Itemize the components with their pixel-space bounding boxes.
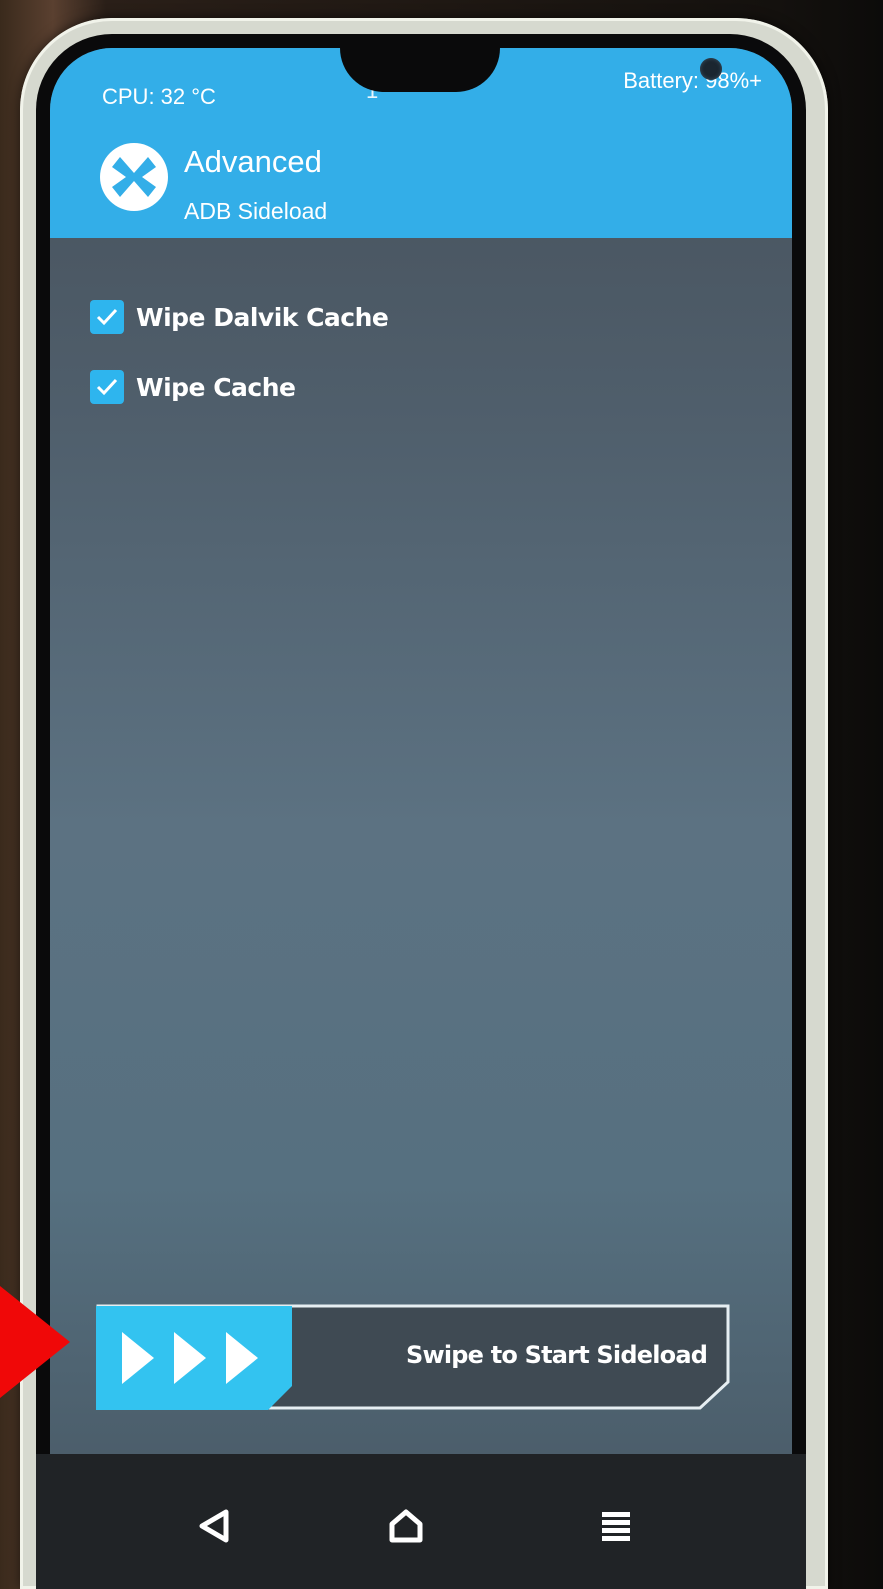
page-subtitle: ADB Sideload	[184, 198, 328, 224]
display-notch	[340, 48, 722, 92]
twrp-logo-icon	[100, 143, 168, 211]
battery-status: Battery: 98%+	[623, 68, 762, 93]
checkmark-icon	[96, 308, 118, 326]
option-label: Wipe Cache	[136, 372, 296, 402]
swipe-slider-handle[interactable]	[96, 1306, 292, 1410]
page-title: Advanced	[184, 144, 322, 179]
menu-icon[interactable]	[586, 1496, 646, 1556]
cpu-temperature: CPU: 32 °C	[102, 84, 216, 109]
checkbox-checked[interactable]	[90, 370, 124, 404]
wipe-cache-option[interactable]: Wipe Cache	[90, 370, 296, 404]
home-icon[interactable]	[376, 1496, 436, 1556]
slider-label: Swipe to Start Sideload	[406, 1341, 708, 1369]
red-pointer-arrow	[0, 1286, 70, 1398]
checkbox-checked[interactable]	[90, 300, 124, 334]
option-label: Wipe Dalvik Cache	[136, 302, 389, 332]
navigation-bar	[36, 1454, 806, 1589]
recovery-screen: CPU: 32 °C 1 Battery: 98%+ Advanced ADB …	[50, 48, 792, 1468]
wipe-dalvik-cache-option[interactable]: Wipe Dalvik Cache	[90, 300, 389, 334]
phone-bezel: CPU: 32 °C 1 Battery: 98%+ Advanced ADB …	[36, 34, 806, 1589]
back-icon[interactable]	[184, 1496, 244, 1556]
front-camera	[700, 58, 722, 80]
checkmark-icon	[96, 378, 118, 396]
